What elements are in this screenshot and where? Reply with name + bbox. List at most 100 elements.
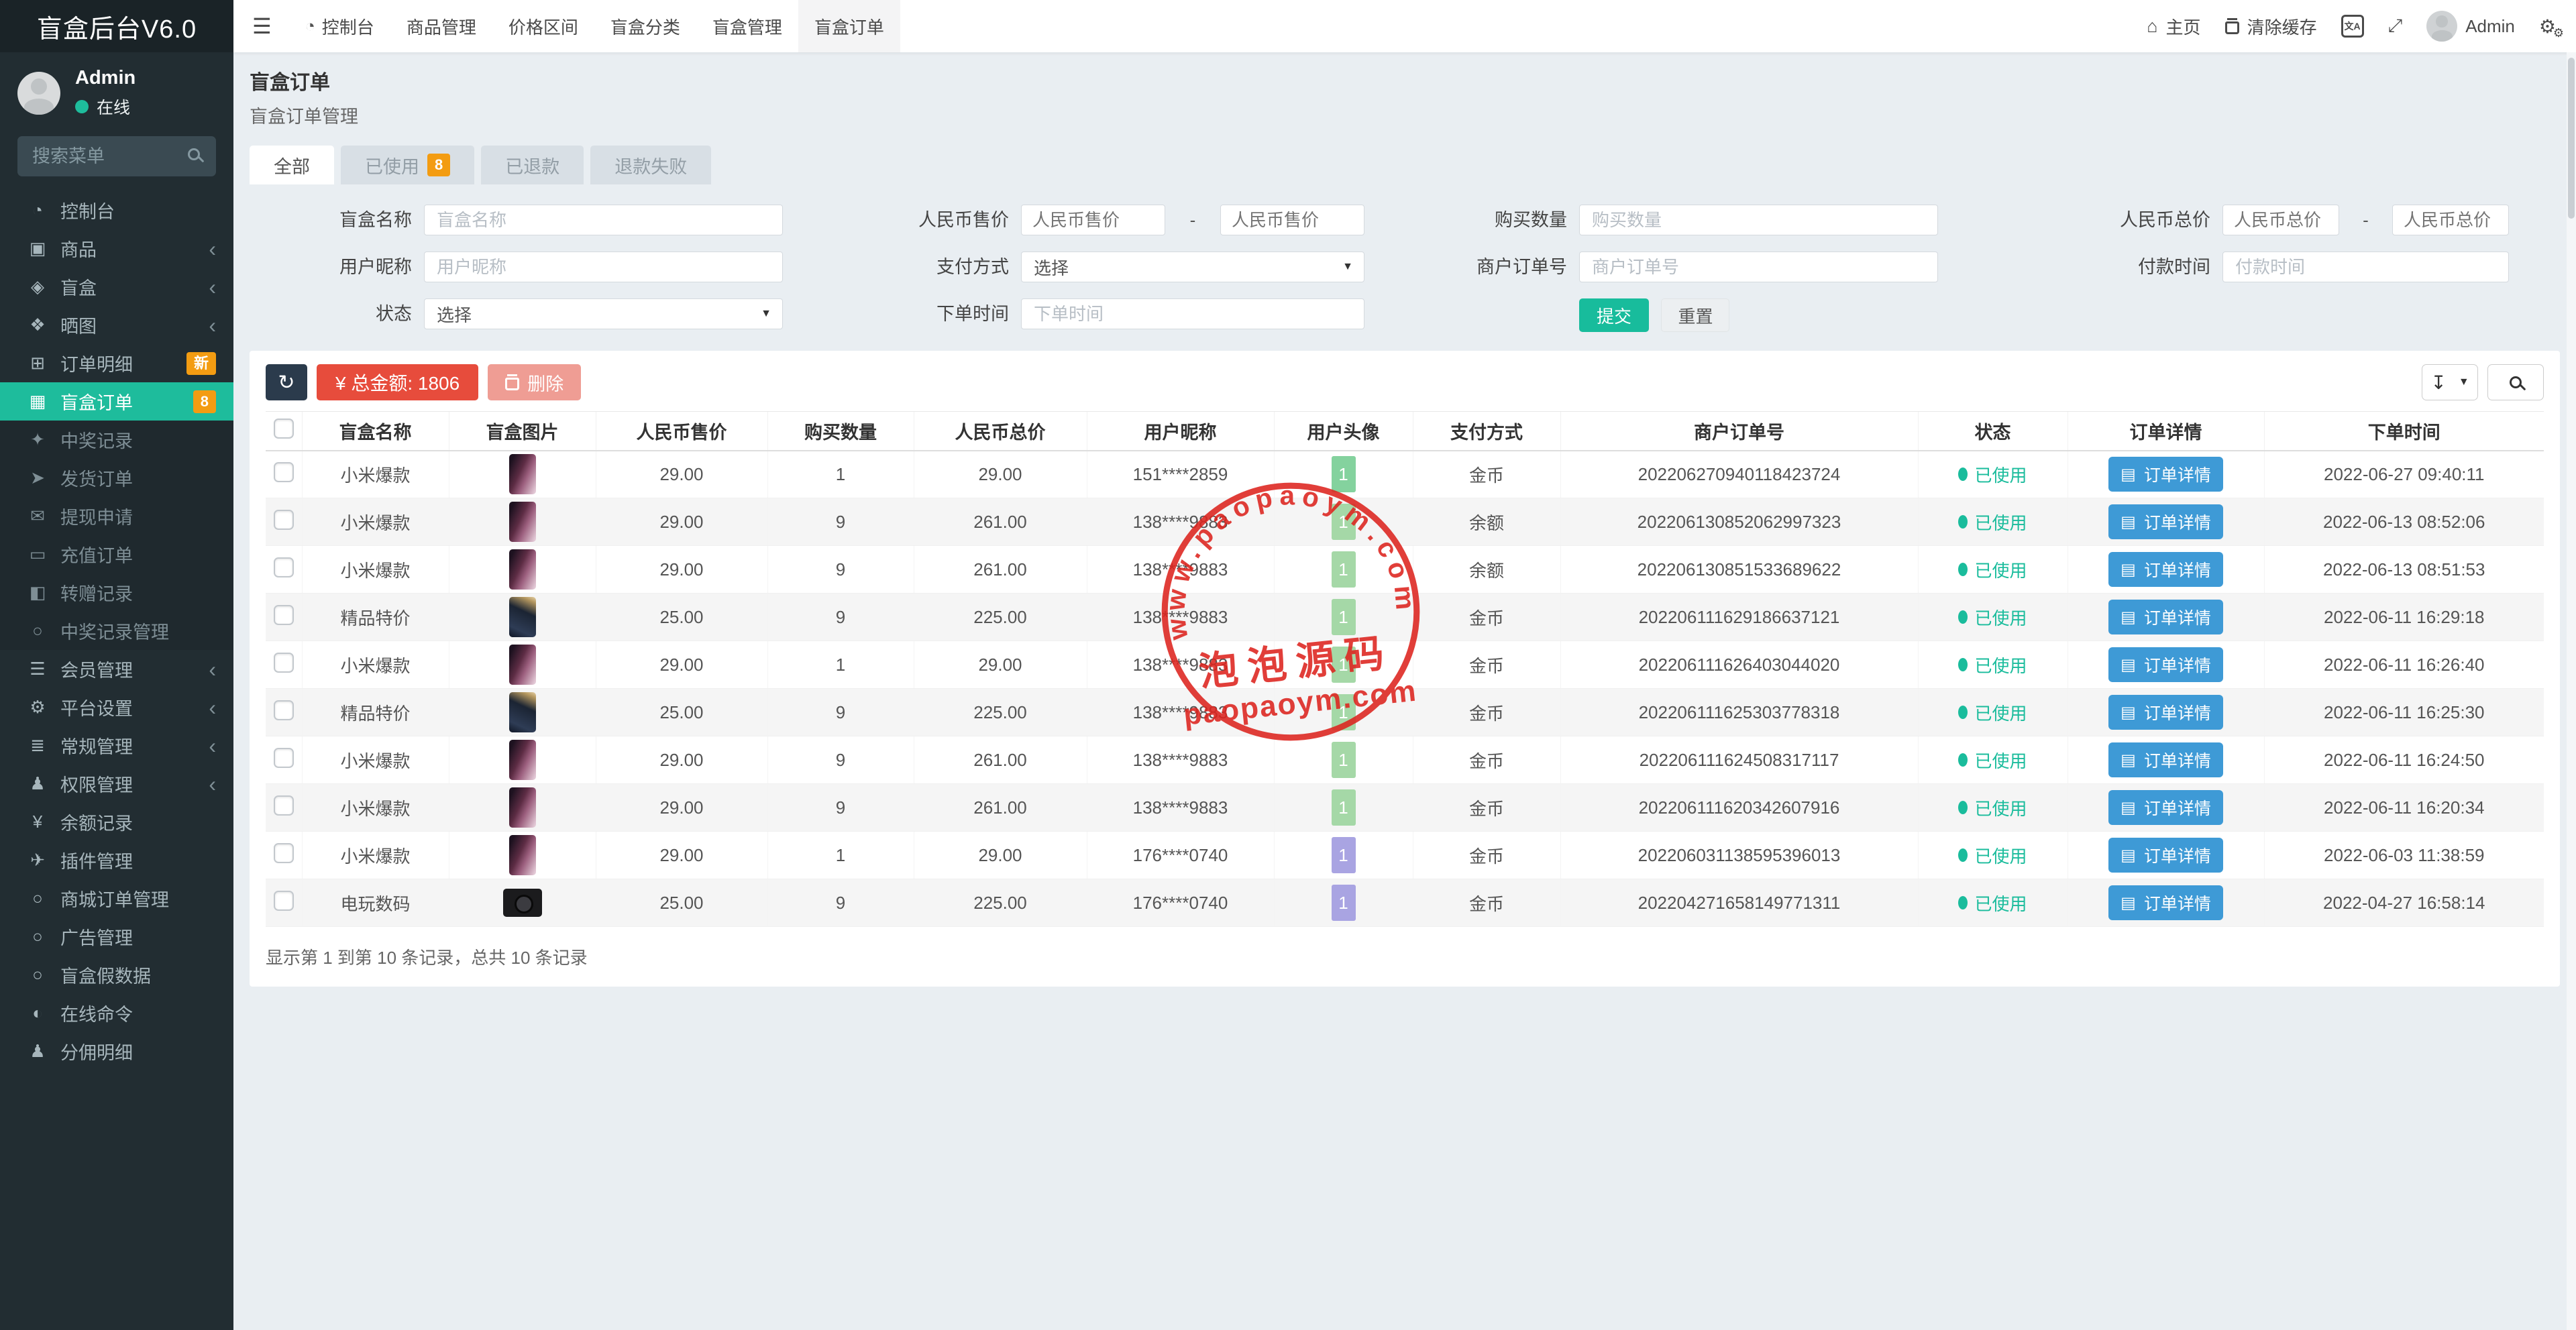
tab-已使用[interactable]: 已使用8: [341, 146, 474, 184]
cell-order-time: 2022-06-11 16:24:50: [2264, 736, 2544, 784]
tab-全部[interactable]: 全部: [250, 146, 334, 184]
sidebar-item-控制台[interactable]: ◔控制台: [0, 191, 233, 229]
hamburger-icon[interactable]: ☰: [233, 13, 289, 39]
sidebar-item-label: 插件管理: [60, 847, 216, 873]
calendar-icon: ▦: [23, 391, 52, 412]
cell-avatar: 1: [1274, 641, 1413, 689]
list-icon: ▤: [2121, 608, 2136, 627]
reset-button[interactable]: 重置: [1661, 298, 1729, 332]
row-checkbox[interactable]: [274, 795, 294, 816]
users-icon: ♟: [23, 1041, 52, 1062]
sidebar-item-充值订单[interactable]: ▭充值订单: [0, 535, 233, 573]
sidebar-item-商品[interactable]: ▣商品‹: [0, 229, 233, 268]
sidebar-item-盲盒[interactable]: ◈盲盒‹: [0, 268, 233, 306]
order-detail-button[interactable]: ▤订单详情: [2108, 600, 2223, 634]
sidebar-item-分佣明细[interactable]: ♟分佣明细: [0, 1032, 233, 1070]
topnav-tab-盲盒订单[interactable]: 盲盒订单: [798, 0, 900, 52]
sidebar-item-广告管理[interactable]: ○广告管理: [0, 918, 233, 956]
list-icon: ☰: [23, 659, 52, 679]
status-select[interactable]: 选择 ▼: [424, 298, 783, 329]
row-checkbox[interactable]: [274, 510, 294, 530]
pay-time-input[interactable]: [2222, 252, 2509, 282]
total-max-input[interactable]: [2392, 205, 2509, 235]
price-max-input[interactable]: [1220, 205, 1364, 235]
sidebar-item-权限管理[interactable]: ♟权限管理‹: [0, 765, 233, 803]
sidebar-item-商城订单管理[interactable]: ○商城订单管理: [0, 879, 233, 918]
sidebar-item-中奖记录管理[interactable]: ○中奖记录管理: [0, 612, 233, 650]
order-detail-button[interactable]: ▤订单详情: [2108, 695, 2223, 730]
tab-已退款[interactable]: 已退款: [481, 146, 584, 184]
topnav-tab-盲盒分类[interactable]: 盲盒分类: [594, 0, 696, 52]
sidebar-item-平台设置[interactable]: ⚙平台设置‹: [0, 688, 233, 726]
cell-box-name: 小米爆款: [302, 451, 449, 498]
topnav-tab-价格区间[interactable]: 价格区间: [492, 0, 594, 52]
row-checkbox[interactable]: [274, 462, 294, 482]
topnav-tab-盲盒管理[interactable]: 盲盒管理: [696, 0, 798, 52]
merchant-orderno-input[interactable]: [1579, 252, 1938, 282]
sidebar-item-盲盒订单[interactable]: ▦盲盒订单8: [0, 382, 233, 421]
sidebar-item-中奖记录[interactable]: ✦中奖记录: [0, 421, 233, 459]
search-icon[interactable]: [188, 148, 200, 160]
sidebar-item-提现申请[interactable]: ✉提现申请: [0, 497, 233, 535]
order-time-input[interactable]: [1021, 298, 1364, 329]
sidebar-search-input[interactable]: [17, 136, 216, 176]
tab-退款失败[interactable]: 退款失败: [590, 146, 711, 184]
cell-box-name: 小米爆款: [302, 784, 449, 832]
export-button[interactable]: ↧▼: [2422, 364, 2478, 400]
row-checkbox[interactable]: [274, 700, 294, 720]
product-image: [509, 692, 536, 732]
sidebar-item-会员管理[interactable]: ☰会员管理‹: [0, 650, 233, 688]
cell-total: 29.00: [914, 451, 1087, 498]
box-name-input[interactable]: [424, 205, 783, 235]
fullscreen-icon[interactable]: ⤢: [2388, 15, 2403, 37]
sidebar-item-转赠记录[interactable]: ◧转赠记录: [0, 573, 233, 612]
sidebar-item-晒图[interactable]: ❖晒图‹: [0, 306, 233, 344]
pay-method-select[interactable]: 选择 ▼: [1021, 252, 1364, 282]
sidebar-item-常规管理[interactable]: ≣常规管理‹: [0, 726, 233, 765]
scrollbar-thumb[interactable]: [2568, 58, 2575, 219]
order-detail-button[interactable]: ▤订单详情: [2108, 552, 2223, 587]
row-checkbox[interactable]: [274, 843, 294, 863]
sidebar-item-插件管理[interactable]: ✈插件管理: [0, 841, 233, 879]
submit-button[interactable]: 提交: [1579, 298, 1649, 332]
translate-icon[interactable]: 文A: [2341, 15, 2364, 38]
sidebar-item-余额记录[interactable]: ¥余额记录: [0, 803, 233, 841]
row-checkbox[interactable]: [274, 748, 294, 768]
qty-input[interactable]: [1579, 205, 1938, 235]
sidebar-item-订单明细[interactable]: ⊞订单明细新: [0, 344, 233, 382]
cell-avatar: 1: [1274, 879, 1413, 927]
nickname-input[interactable]: [424, 252, 783, 282]
navbar-user[interactable]: Admin: [2426, 11, 2515, 42]
order-detail-button[interactable]: ▤订单详情: [2108, 504, 2223, 539]
sidebar-item-在线命令[interactable]: ◐在线命令: [0, 994, 233, 1032]
status-dot-icon: [1958, 753, 1968, 767]
column-search-button[interactable]: [2487, 364, 2544, 400]
select-all-checkbox[interactable]: [274, 419, 294, 439]
topnav-tab-商品管理[interactable]: 商品管理: [390, 0, 492, 52]
row-checkbox[interactable]: [274, 891, 294, 911]
total-amount-button[interactable]: ¥ 总金额: 1806: [317, 364, 478, 400]
order-detail-button[interactable]: ▤订单详情: [2108, 647, 2223, 682]
topnav-tab-控制台[interactable]: ◔控制台: [289, 0, 390, 52]
sidebar-item-盲盒假数据[interactable]: ○盲盒假数据: [0, 956, 233, 994]
user-status-label: 在线: [97, 95, 130, 119]
order-detail-button[interactable]: ▤订单详情: [2108, 742, 2223, 777]
price-min-input[interactable]: [1021, 205, 1165, 235]
order-detail-button[interactable]: ▤订单详情: [2108, 790, 2223, 825]
sidebar-item-发货订单[interactable]: ➤发货订单: [0, 459, 233, 497]
filter-label-ordertime: 下单时间: [783, 298, 1021, 332]
order-detail-button[interactable]: ▤订单详情: [2108, 457, 2223, 492]
total-min-input[interactable]: [2222, 205, 2339, 235]
sidebar-item-label: 会员管理: [60, 656, 209, 682]
row-checkbox[interactable]: [274, 653, 294, 673]
cell-avatar: 1: [1274, 546, 1413, 594]
row-checkbox[interactable]: [274, 557, 294, 577]
row-checkbox[interactable]: [274, 605, 294, 625]
order-detail-button[interactable]: ▤订单详情: [2108, 885, 2223, 920]
clear-cache-link[interactable]: 清除缓存: [2225, 14, 2317, 39]
home-link[interactable]: ⌂ 主页: [2147, 14, 2200, 39]
refresh-button[interactable]: ↻: [266, 364, 307, 400]
settings-gears-icon[interactable]: ⚙: [2539, 15, 2556, 38]
delete-button[interactable]: 删除: [488, 364, 581, 400]
order-detail-button[interactable]: ▤订单详情: [2108, 838, 2223, 873]
